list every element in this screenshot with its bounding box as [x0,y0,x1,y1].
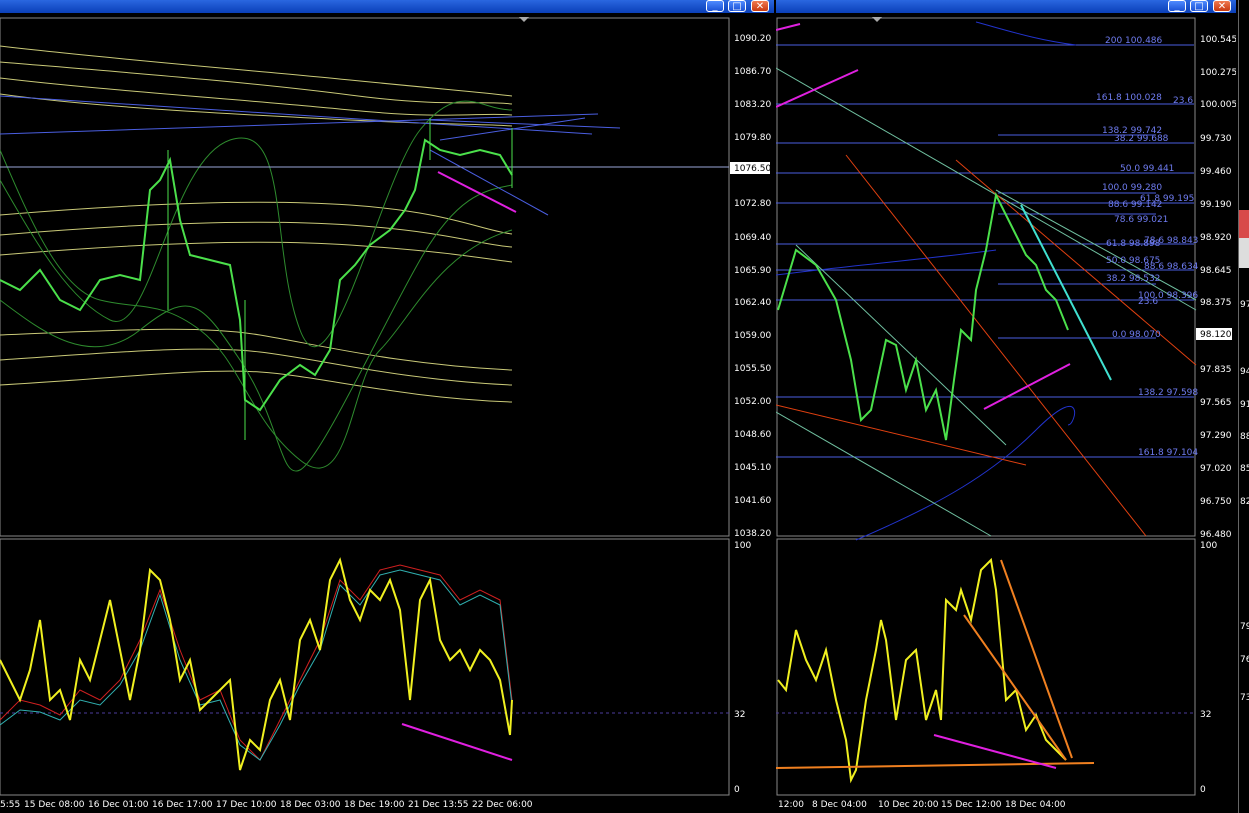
left-chart-canvas: 1090.20 1086.70 1083.20 1079.80 1072.80 … [0,17,771,810]
svg-text:18 Dec 03:00: 18 Dec 03:00 [280,800,341,810]
svg-text:10 Dec 20:00: 10 Dec 20:00 [878,800,939,810]
left-current-price: 1076.50 [734,164,771,174]
svg-text:1072.80: 1072.80 [734,199,771,209]
svg-text:1083.20: 1083.20 [734,100,771,110]
svg-text:88.6 98.634: 88.6 98.634 [1144,262,1199,272]
fib-labels: 200 100.486 161.8 100.028 23.6 138.2 99.… [1096,36,1199,458]
svg-text:100.275: 100.275 [1200,68,1236,78]
svg-text:1059.00: 1059.00 [734,331,771,341]
svg-text:1052.00: 1052.00 [734,397,771,407]
svg-text:1086.70: 1086.70 [734,67,771,77]
svg-text:0: 0 [1200,785,1206,795]
svg-text:23.6: 23.6 [1138,297,1158,307]
svg-text:1048.60: 1048.60 [734,430,771,440]
svg-text:16 Dec 17:00: 16 Dec 17:00 [152,800,213,810]
svg-text:1055.50: 1055.50 [734,364,771,374]
right-price-axis: 100.545 100.275 100.005 99.730 99.460 99… [1200,35,1236,540]
svg-text:99.190: 99.190 [1200,200,1232,210]
svg-text:97.835: 97.835 [1200,365,1232,375]
svg-text:99.460: 99.460 [1200,167,1232,177]
svg-text:99.730: 99.730 [1200,134,1232,144]
svg-text:98.645: 98.645 [1200,266,1232,276]
svg-text:15 Dec 08:00: 15 Dec 08:00 [24,800,85,810]
svg-text:38.2 98.532: 38.2 98.532 [1106,274,1160,284]
left-price-axis: 1090.20 1086.70 1083.20 1079.80 1072.80 … [734,34,771,539]
right-chart-window[interactable]: _ □ ✕ 200 100.486 161.8 100.028 23.6 138… [776,0,1236,813]
svg-text:100.0 99.280: 100.0 99.280 [1102,183,1162,193]
svg-text:78.6 99.021: 78.6 99.021 [1114,215,1168,225]
svg-text:15 Dec 12:00: 15 Dec 12:00 [941,800,1002,810]
svg-text:32: 32 [734,710,745,720]
svg-text:1069.40: 1069.40 [734,233,771,243]
svg-text:100.005: 100.005 [1200,100,1236,110]
svg-text:8 Dec 04:00: 8 Dec 04:00 [812,800,867,810]
svg-text:200 100.486: 200 100.486 [1105,36,1163,46]
close-button-partial[interactable] [1239,210,1249,238]
right-current-price: 98.120 [1200,330,1232,340]
svg-text:32: 32 [1200,710,1211,720]
svg-text:0: 0 [734,785,740,795]
partial-window-edge[interactable]: 97 94 91 88 85 82 79 76 73 [1238,0,1249,813]
right-time-axis: 12:00 8 Dec 04:00 10 Dec 20:00 15 Dec 12… [778,800,1066,810]
svg-text:100.545: 100.545 [1200,35,1236,45]
svg-text:96.480: 96.480 [1200,530,1232,540]
svg-text:1041.60: 1041.60 [734,496,771,506]
right-osc-axis: 100 32 0 [1200,541,1217,795]
svg-text:98.375: 98.375 [1200,298,1232,308]
svg-text:97.020: 97.020 [1200,464,1232,474]
svg-text:98.920: 98.920 [1200,233,1232,243]
svg-text:100: 100 [734,541,751,551]
svg-text:18 Dec 19:00: 18 Dec 19:00 [344,800,405,810]
svg-text:12:00: 12:00 [778,800,804,810]
svg-text:23.6: 23.6 [1173,96,1193,106]
svg-text:50.0 99.441: 50.0 99.441 [1120,164,1174,174]
svg-text:18 Dec 04:00: 18 Dec 04:00 [1005,800,1066,810]
svg-text:100: 100 [1200,541,1217,551]
svg-text:138.2 97.598: 138.2 97.598 [1138,388,1198,398]
svg-text:1065.90: 1065.90 [734,266,771,276]
left-chart-window[interactable]: _ □ ✕ 1090.20 1086.70 1083.20 1079.80 10… [0,0,774,813]
svg-text:78.6 98.843: 78.6 98.843 [1144,236,1198,246]
svg-text:0.0 98.070: 0.0 98.070 [1112,330,1161,340]
svg-text:1045.10: 1045.10 [734,463,771,473]
svg-text:17 Dec 10:00: 17 Dec 10:00 [216,800,277,810]
svg-text:97.565: 97.565 [1200,398,1232,408]
svg-text:16 Dec 01:00: 16 Dec 01:00 [88,800,149,810]
left-time-axis: 5:55 15 Dec 08:00 16 Dec 01:00 16 Dec 17… [0,800,533,810]
svg-text:1062.40: 1062.40 [734,298,771,308]
svg-text:1090.20: 1090.20 [734,34,771,44]
svg-text:161.8 97.104: 161.8 97.104 [1138,448,1198,458]
svg-text:88.6 99.142: 88.6 99.142 [1108,200,1162,210]
svg-text:96.750: 96.750 [1200,497,1232,507]
svg-text:22 Dec 06:00: 22 Dec 06:00 [472,800,533,810]
left-osc-axis: 100 32 0 [734,541,751,795]
svg-text:1079.80: 1079.80 [734,133,771,143]
right-chart-canvas: 200 100.486 161.8 100.028 23.6 138.2 99.… [776,17,1236,810]
svg-text:97.290: 97.290 [1200,431,1232,441]
svg-text:5:55: 5:55 [0,800,20,810]
svg-text:21 Dec 13:55: 21 Dec 13:55 [408,800,469,810]
svg-text:1038.20: 1038.20 [734,529,771,539]
svg-text:161.8 100.028: 161.8 100.028 [1096,93,1162,103]
svg-text:38.2 99.688: 38.2 99.688 [1114,134,1169,144]
